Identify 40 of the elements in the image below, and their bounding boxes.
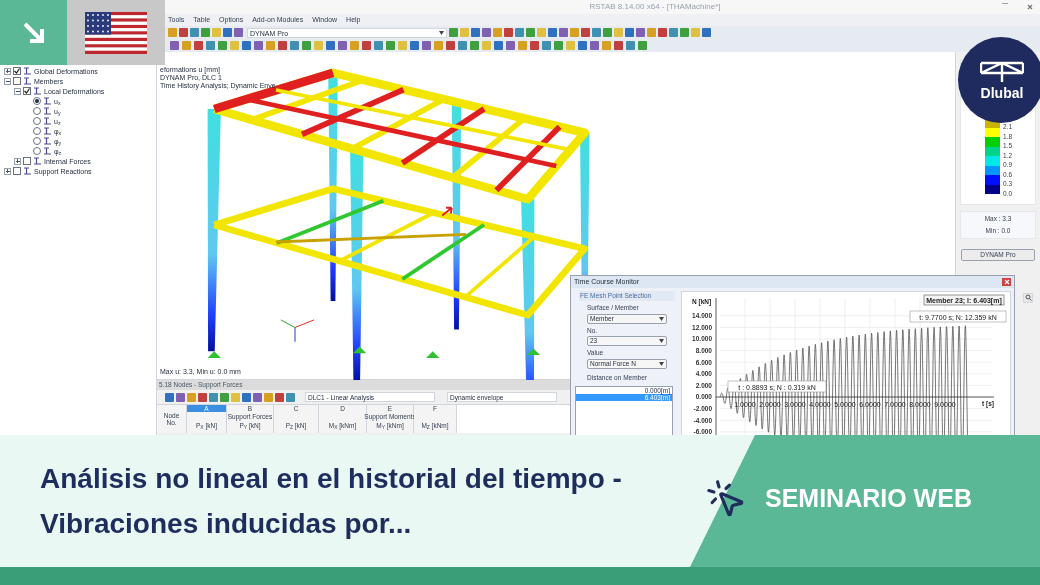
expander-icon[interactable] [14,157,21,165]
expander-icon[interactable] [14,87,21,95]
minimize-button[interactable] [1002,3,1008,4]
radio-button[interactable] [33,137,41,145]
checkbox[interactable] [23,157,31,165]
member-icon [23,67,32,75]
webinar-tag: SEMINARIO WEB [765,480,972,518]
radio-button[interactable] [33,97,41,105]
member-icon [23,77,32,85]
checkbox[interactable] [13,67,21,75]
logo-text: Dlubal [980,85,1024,100]
expander-icon[interactable] [4,77,11,85]
member-icon [33,87,42,95]
search-icon[interactable] [1023,292,1033,303]
radio-button[interactable] [33,117,41,125]
caret-icon [659,316,664,321]
member-icon [43,97,52,105]
flag-icon [85,11,147,54]
member-icon [43,107,52,115]
checkbox[interactable] [13,167,21,175]
member-icon [43,117,52,125]
expander-icon[interactable] [4,67,11,75]
webinar-title: Análisis no lineal en el historial del tiempo - Vibraciones inducidas por... [40,462,623,541]
caret-icon [659,339,664,344]
radio-button[interactable] [33,107,41,115]
radio-button[interactable] [33,147,41,155]
member-icon [43,127,52,135]
checkbox[interactable] [23,87,31,95]
member-icon [23,167,32,175]
bridge-icon [980,60,1024,83]
radio-button[interactable] [33,127,41,135]
expander-icon[interactable] [4,167,11,175]
member-icon [33,157,42,165]
close-button[interactable] [1026,3,1034,11]
member-icon [43,147,52,155]
member-icon [43,137,52,145]
window-title: RSTAB 8.14.00 x64 - [THAMachine*] [589,1,721,13]
checkbox[interactable] [13,77,21,85]
caret-icon [439,30,444,35]
caret-icon [659,362,664,366]
